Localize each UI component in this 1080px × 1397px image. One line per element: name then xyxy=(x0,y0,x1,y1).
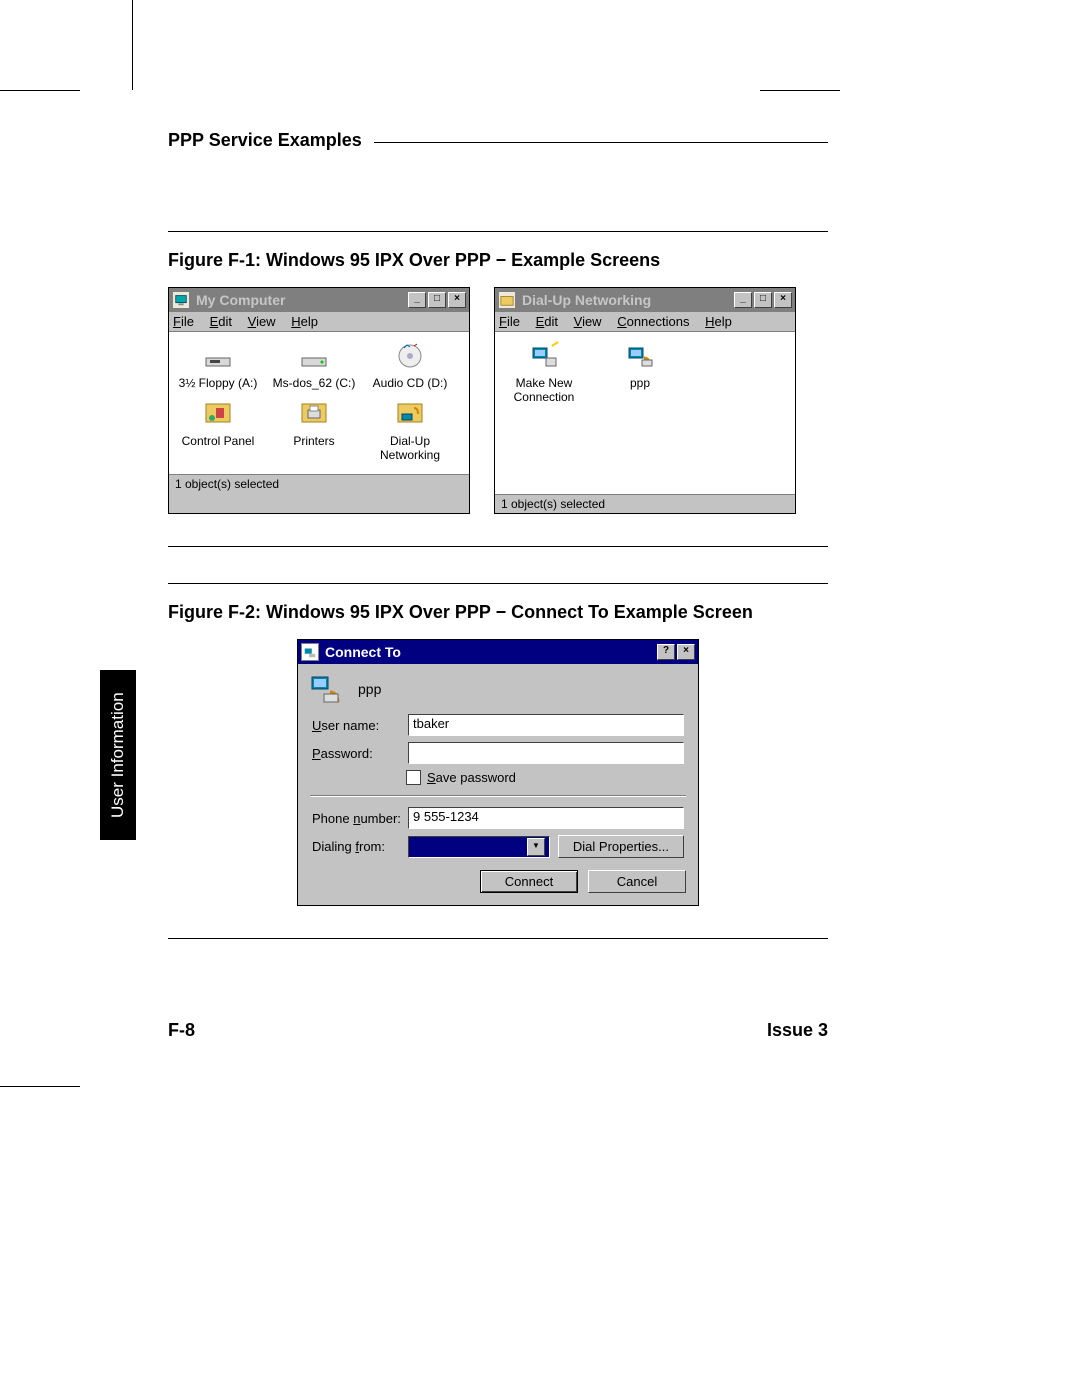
maximize-button[interactable]: □ xyxy=(754,292,772,308)
my-computer-client: 3½ Floppy (A:) Ms-dos_62 (C:) Audio CD (… xyxy=(169,332,469,474)
figure-1: Figure F-1: Windows 95 IPX Over PPP − Ex… xyxy=(168,231,828,547)
menu-view[interactable]: View xyxy=(574,314,602,329)
dialup-folder-icon xyxy=(498,291,516,309)
control-panel-icon[interactable]: Control Panel xyxy=(175,396,261,462)
dialup-titlebar[interactable]: Dial-Up Networking _ □ × xyxy=(495,288,795,312)
menu-edit[interactable]: Edit xyxy=(536,314,558,329)
ppp-connection-icon[interactable]: ppp xyxy=(597,338,683,404)
menu-connections[interactable]: Connections xyxy=(617,314,689,329)
phone-input[interactable]: 9 555-1234 xyxy=(408,807,684,829)
connect-button[interactable]: Connect xyxy=(480,870,578,893)
icon-label: Printers xyxy=(293,434,334,448)
computer-icon xyxy=(172,291,190,309)
icon-label: Make New Connection xyxy=(514,376,575,404)
figure-2-caption: Figure F-2: Windows 95 IPX Over PPP − Co… xyxy=(168,602,828,623)
floppy-drive-icon[interactable]: 3½ Floppy (A:) xyxy=(175,338,261,390)
side-tab-user-information: User Information xyxy=(100,670,136,840)
menu-file[interactable]: File xyxy=(173,314,194,329)
connect-to-dialog: Connect To ? × ppp User na xyxy=(297,639,699,906)
page-footer: F-8 Issue 3 xyxy=(168,1020,828,1041)
section-rule xyxy=(374,142,828,144)
my-computer-menubar: File Edit View Help xyxy=(169,312,469,332)
crop-mark xyxy=(0,90,80,91)
dialup-menubar: File Edit View Connections Help xyxy=(495,312,795,332)
dialup-status: 1 object(s) selected xyxy=(495,494,795,513)
connection-icon xyxy=(301,643,319,661)
menu-edit[interactable]: Edit xyxy=(210,314,232,329)
dialog-body: ppp User name: tbaker Password: Sav xyxy=(298,664,698,905)
icon-label: 3½ Floppy (A:) xyxy=(179,376,258,390)
menu-view[interactable]: View xyxy=(248,314,276,329)
icon-label: ppp xyxy=(630,376,650,390)
minimize-button[interactable]: _ xyxy=(408,292,426,308)
page-number: F-8 xyxy=(168,1020,195,1041)
separator xyxy=(310,795,686,797)
figure-2: Figure F-2: Windows 95 IPX Over PPP − Co… xyxy=(168,583,828,939)
crop-mark xyxy=(760,90,840,91)
dialup-window: Dial-Up Networking _ □ × File Edit View … xyxy=(494,287,796,514)
figure-rule xyxy=(168,938,828,939)
dialing-from-label: Dialing from: xyxy=(312,839,408,854)
password-input[interactable] xyxy=(408,742,684,764)
phone-label: Phone number: xyxy=(312,811,408,826)
content-area: PPP Service Examples Figure F-1: Windows… xyxy=(168,130,828,939)
password-label: Password: xyxy=(312,746,408,761)
save-password-checkbox[interactable] xyxy=(406,770,421,785)
icon-label: Control Panel xyxy=(182,434,255,448)
page: User Information PPP Service Examples Fi… xyxy=(0,0,1080,1397)
figure-rule xyxy=(168,231,828,242)
my-computer-titlebar[interactable]: My Computer _ □ × xyxy=(169,288,469,312)
connection-name: ppp xyxy=(358,681,381,697)
icon-label: Ms-dos_62 (C:) xyxy=(273,376,356,390)
username-label: User name: xyxy=(312,718,408,733)
section-title: PPP Service Examples xyxy=(168,130,362,151)
issue-number: Issue 3 xyxy=(767,1020,828,1041)
dialup-client: Make New Connection ppp xyxy=(495,332,795,494)
connect-to-title: Connect To xyxy=(325,644,401,660)
section-header: PPP Service Examples xyxy=(168,130,828,151)
close-button[interactable]: × xyxy=(677,644,695,660)
figure-rule xyxy=(168,546,828,547)
close-button[interactable]: × xyxy=(774,292,792,308)
menu-help[interactable]: Help xyxy=(291,314,318,329)
username-input[interactable]: tbaker xyxy=(408,714,684,736)
icon-label: Dial-Up Networking xyxy=(380,434,440,462)
my-computer-title: My Computer xyxy=(196,292,285,308)
close-button[interactable]: × xyxy=(448,292,466,308)
maximize-button[interactable]: □ xyxy=(428,292,446,308)
minimize-button[interactable]: _ xyxy=(734,292,752,308)
large-connection-icon xyxy=(310,674,344,704)
cd-drive-icon[interactable]: Audio CD (D:) xyxy=(367,338,453,390)
icon-label: Audio CD (D:) xyxy=(373,376,448,390)
dial-properties-button[interactable]: Dial Properties... xyxy=(558,835,684,858)
connect-to-titlebar[interactable]: Connect To ? × xyxy=(298,640,698,664)
crop-mark xyxy=(132,0,133,90)
figure-rule xyxy=(168,583,828,594)
menu-help[interactable]: Help xyxy=(705,314,732,329)
menu-file[interactable]: File xyxy=(499,314,520,329)
dialog-header: ppp xyxy=(310,674,686,704)
crop-mark xyxy=(0,1086,80,1087)
my-computer-status: 1 object(s) selected xyxy=(169,474,469,493)
cancel-button[interactable]: Cancel xyxy=(588,870,686,893)
save-password-label: Save password xyxy=(427,770,516,785)
hard-drive-icon[interactable]: Ms-dos_62 (C:) xyxy=(271,338,357,390)
dropdown-arrow-icon[interactable]: ▼ xyxy=(527,838,545,856)
figure-1-windows: My Computer _ □ × File Edit View Help xyxy=(168,287,828,514)
printers-icon[interactable]: Printers xyxy=(271,396,357,462)
dialup-title: Dial-Up Networking xyxy=(522,292,651,308)
dialing-from-select[interactable]: ▼ xyxy=(408,836,550,858)
figure-1-caption: Figure F-1: Windows 95 IPX Over PPP − Ex… xyxy=(168,250,828,271)
my-computer-window: My Computer _ □ × File Edit View Help xyxy=(168,287,470,514)
make-new-connection-icon[interactable]: Make New Connection xyxy=(501,338,587,404)
dialup-networking-icon[interactable]: Dial-Up Networking xyxy=(367,396,453,462)
help-button[interactable]: ? xyxy=(657,644,675,660)
